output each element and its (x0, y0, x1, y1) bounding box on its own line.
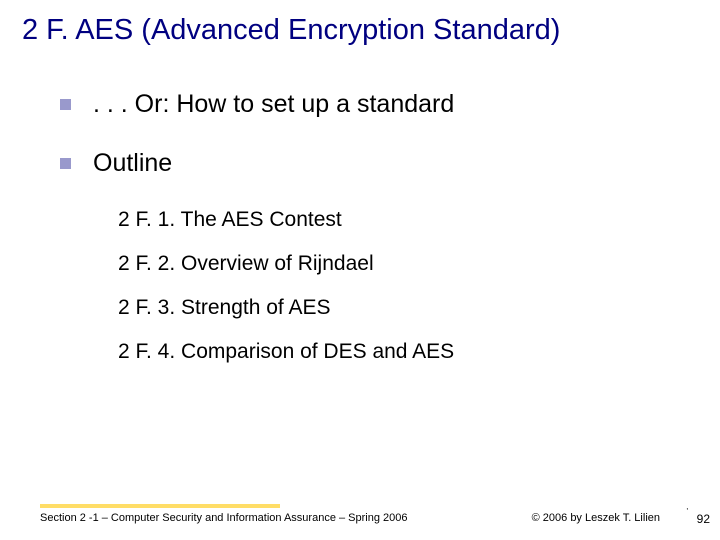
bullet-icon (60, 158, 71, 169)
bullet-text-subtitle: . . . Or: How to set up a standard (93, 90, 454, 119)
page-number: 92 (697, 512, 710, 526)
outline-item: 2 F. 2. Overview of Rijndael (118, 252, 680, 276)
slide-title: 2 F. AES (Advanced Encryption Standard) (22, 14, 560, 47)
slide: 2 F. AES (Advanced Encryption Standard) … (0, 0, 720, 540)
outline-item: 2 F. 1. The AES Contest (118, 208, 680, 232)
bullet-row-outline: Outline (60, 149, 680, 178)
bullet-text-outline: Outline (93, 149, 172, 178)
footer: Section 2 -1 – Computer Security and Inf… (0, 510, 720, 530)
bullet-row-subtitle: . . . Or: How to set up a standard (60, 90, 680, 119)
outline-item: 2 F. 3. Strength of AES (118, 296, 680, 320)
outline-list: 2 F. 1. The AES Contest 2 F. 2. Overview… (118, 208, 680, 364)
footer-course-info: Section 2 -1 – Computer Security and Inf… (40, 512, 408, 524)
footer-copyright: © 2006 by Leszek T. Lilien (532, 512, 660, 524)
bullet-icon (60, 99, 71, 110)
outline-item: 2 F. 4. Comparison of DES and AES (118, 340, 680, 364)
slide-body: . . . Or: How to set up a standard Outli… (60, 90, 680, 384)
page-tick: ' (686, 507, 688, 516)
footer-accent-bar (40, 504, 280, 508)
